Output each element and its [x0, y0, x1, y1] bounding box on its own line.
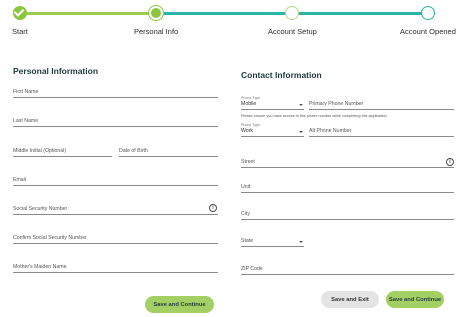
alt-phone-type-value: Work [241, 128, 254, 134]
last-name-placeholder: Last Name [13, 118, 39, 124]
street-field[interactable]: Street [241, 156, 454, 168]
city-field[interactable]: City [241, 208, 454, 220]
step-start-marker [13, 6, 27, 20]
save-and-continue-button-contact[interactable]: Save and Continue [386, 291, 444, 308]
chevron-down-icon [299, 241, 303, 243]
save-and-continue-button[interactable]: Save and Continue [145, 296, 214, 313]
step-account-setup-marker [285, 6, 299, 20]
progress-stepper: Start Personal Info Account Setup Accoun… [0, 0, 474, 40]
state-select[interactable]: State [241, 235, 304, 247]
save-and-exit-button[interactable]: Save and Exit [321, 291, 379, 308]
contact-info-title: Contact Information [241, 70, 322, 80]
phone-type-value: Mobile [241, 101, 257, 107]
email-placeholder: Email [13, 177, 26, 183]
phone-access-note: Please ensure you have access to this ph… [241, 114, 388, 118]
alt-phone-type-select[interactable]: Work [241, 125, 304, 137]
step-label-personal-info: Personal Info [134, 27, 179, 36]
check-icon [13, 6, 25, 17]
unit-placeholder: Unit [241, 184, 251, 190]
zip-placeholder: ZIP Code [241, 266, 263, 272]
step-label-start: Start [12, 27, 28, 36]
alt-phone-placeholder: Alt Phone Number [309, 128, 352, 134]
phone-type-select[interactable]: Mobile [241, 98, 304, 110]
street-placeholder: Street [241, 159, 255, 165]
dob-placeholder: Date of Birth [119, 148, 148, 154]
ssn-field[interactable]: Social Security Number [13, 203, 218, 215]
maiden-name-placeholder: Mother's Maiden Name [13, 264, 67, 270]
step-label-account-opened: Account Opened [400, 27, 456, 36]
maiden-name-field[interactable]: Mother's Maiden Name [13, 261, 218, 273]
last-name-field[interactable]: Last Name [13, 115, 218, 127]
first-name-placeholder: First Name [13, 89, 39, 95]
ssn-info-icon[interactable]: i [209, 204, 217, 212]
confirm-ssn-placeholder: Confirm Social Security Number [13, 235, 87, 241]
street-info-icon[interactable]: i [446, 158, 454, 166]
chevron-down-icon [299, 131, 303, 133]
primary-phone-placeholder: Primary Phone Number [309, 101, 364, 107]
email-field[interactable]: Email [13, 174, 218, 186]
stepper-track-complete [20, 12, 156, 15]
dob-field[interactable]: Date of Birth [119, 145, 218, 157]
city-placeholder: City [241, 211, 250, 217]
alt-phone-field[interactable]: Alt Phone Number [309, 125, 454, 137]
chevron-down-icon [299, 104, 303, 106]
zip-field[interactable]: ZIP Code [241, 263, 454, 275]
step-label-account-setup: Account Setup [268, 27, 317, 36]
confirm-ssn-field[interactable]: Confirm Social Security Number [13, 232, 218, 244]
state-placeholder: State [241, 238, 254, 244]
middle-initial-field[interactable]: Middle Initial (Optional) [13, 145, 112, 157]
first-name-field[interactable]: First Name [13, 86, 218, 98]
step-personal-info-marker [149, 6, 163, 20]
middle-initial-placeholder: Middle Initial (Optional) [13, 148, 67, 154]
primary-phone-field[interactable]: Primary Phone Number [309, 98, 454, 110]
ssn-placeholder: Social Security Number [13, 206, 68, 212]
unit-field[interactable]: Unit [241, 181, 454, 193]
personal-info-title: Personal Information [13, 66, 99, 76]
step-account-opened-marker [421, 6, 435, 20]
